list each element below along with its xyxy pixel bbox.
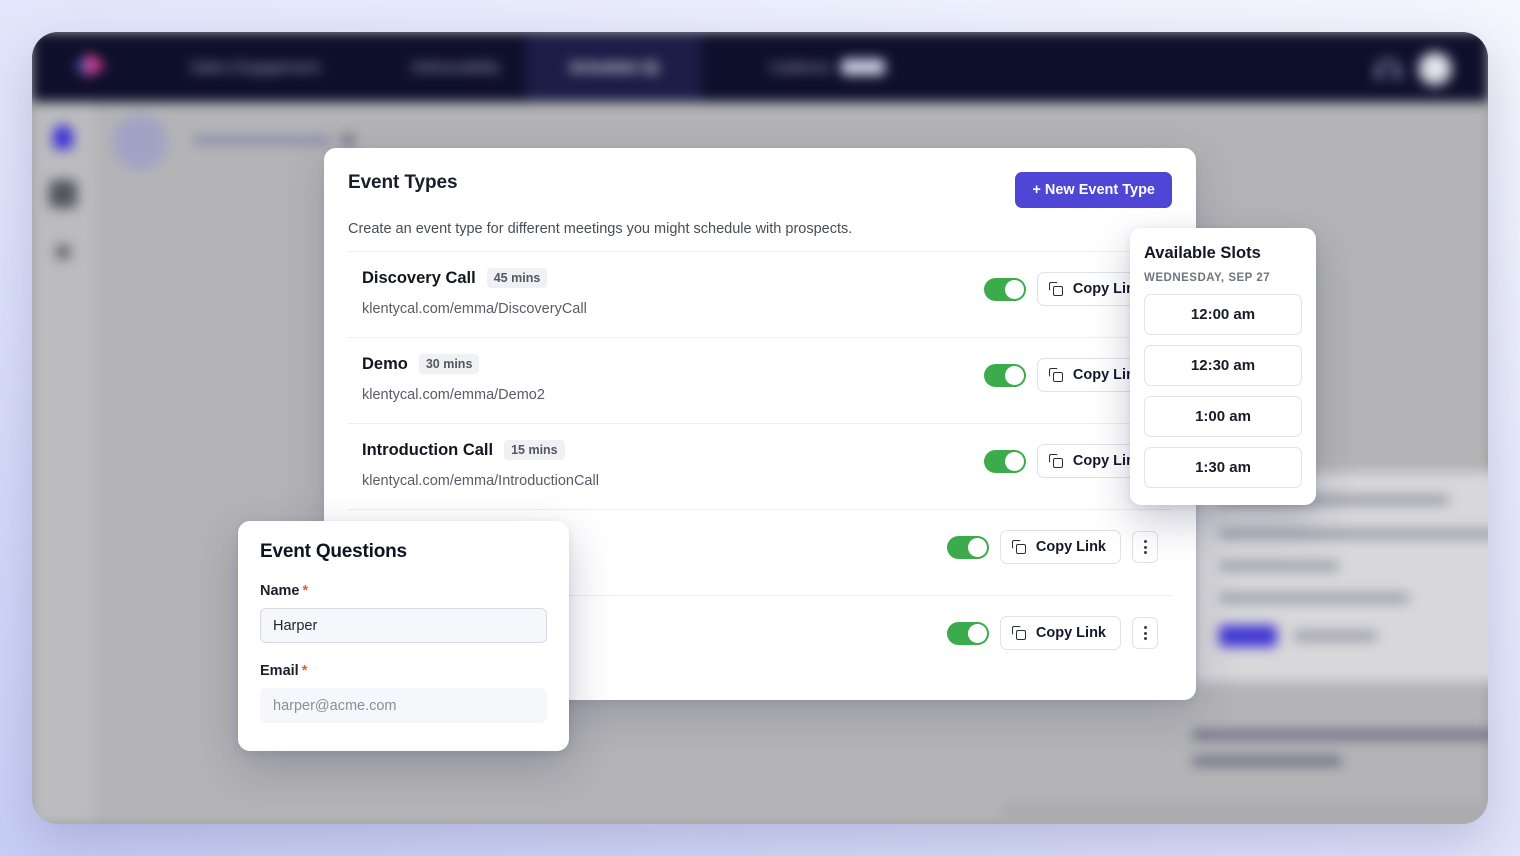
event-url: klentycal.com/emma/Demo2 bbox=[362, 387, 545, 403]
copy-link-button[interactable]: Copy Link bbox=[999, 616, 1121, 650]
nav-tab-label: Cadence bbox=[769, 58, 831, 76]
copy-icon bbox=[1011, 625, 1027, 641]
event-row-meta: Discovery Call 45 mins klentycal.com/emm… bbox=[362, 268, 587, 317]
nav-tab-badge bbox=[840, 59, 885, 75]
nav-tab-sales-engagement[interactable]: Sales Engagement bbox=[160, 32, 350, 102]
email-label-text: Email bbox=[260, 663, 299, 679]
copy-icon bbox=[1048, 453, 1064, 469]
event-types-header: Event Types + New Event Type bbox=[348, 172, 1172, 208]
sidebar-item-home-icon[interactable] bbox=[50, 123, 76, 149]
user-avatar[interactable] bbox=[1418, 52, 1452, 86]
row-more-options-button[interactable] bbox=[1132, 531, 1158, 563]
available-slots-panel: Available Slots WEDNESDAY, SEP 27 12:00 … bbox=[1130, 228, 1316, 505]
background-primary-button bbox=[1219, 625, 1277, 647]
copy-icon bbox=[1011, 539, 1027, 555]
event-enabled-toggle[interactable] bbox=[946, 621, 989, 645]
table-row[interactable]: Demo 30 mins klentycal.com/emma/Demo2 Co… bbox=[348, 338, 1172, 424]
event-enabled-toggle[interactable] bbox=[946, 535, 989, 559]
sidebar-item-gear-icon[interactable] bbox=[49, 238, 77, 266]
sidebar-item-grid-icon[interactable] bbox=[49, 180, 77, 208]
page-subtitle: Create an event type for different meeti… bbox=[348, 221, 853, 237]
new-event-type-button[interactable]: + New Event Type bbox=[1015, 172, 1172, 208]
slot-option-button[interactable]: 1:30 am bbox=[1144, 447, 1302, 488]
event-name: Discovery Call bbox=[362, 268, 476, 287]
nav-right-cluster bbox=[1376, 52, 1452, 86]
table-row[interactable]: Introduction Call 15 mins klentycal.com/… bbox=[348, 424, 1172, 510]
event-row-actions: Copy Link bbox=[946, 612, 1158, 650]
event-name: Introduction Call bbox=[362, 440, 494, 459]
top-navigation-bar: Sales Engagement Deliverability Schedule… bbox=[32, 32, 1488, 102]
klenty-logo-icon[interactable] bbox=[74, 50, 110, 82]
page-title: Event Types bbox=[348, 172, 458, 193]
event-duration-badge: 45 mins bbox=[486, 268, 548, 288]
event-name: Demo bbox=[362, 354, 408, 373]
headset-icon[interactable] bbox=[1376, 59, 1400, 79]
nav-tab-schedule-iq[interactable]: Schedule IQ bbox=[526, 32, 702, 102]
event-row-meta: Demo 30 mins klentycal.com/emma/Demo2 bbox=[362, 354, 545, 403]
name-field[interactable] bbox=[260, 608, 547, 643]
event-questions-panel: Event Questions Name* Email* bbox=[238, 521, 569, 751]
profile-avatar bbox=[112, 114, 168, 170]
event-questions-title: Event Questions bbox=[260, 541, 407, 562]
event-duration-badge: 15 mins bbox=[504, 440, 565, 460]
event-row-actions: Copy Link bbox=[946, 526, 1158, 564]
profile-edit-icon[interactable] bbox=[342, 134, 354, 146]
event-duration-badge: 30 mins bbox=[418, 354, 480, 374]
event-enabled-toggle[interactable] bbox=[983, 363, 1026, 387]
event-enabled-toggle[interactable] bbox=[983, 277, 1026, 301]
copy-icon bbox=[1048, 281, 1064, 297]
slot-option-button[interactable]: 1:00 am bbox=[1144, 396, 1302, 437]
background-empty-state-text bbox=[1192, 730, 1488, 772]
copy-link-button[interactable]: Copy Link bbox=[999, 530, 1121, 564]
slot-option-button[interactable]: 12:30 am bbox=[1144, 345, 1302, 386]
event-row-meta: Introduction Call 15 mins klentycal.com/… bbox=[362, 440, 599, 489]
slot-option-button[interactable]: 12:00 am bbox=[1144, 294, 1302, 335]
email-field[interactable] bbox=[260, 688, 547, 723]
row-more-options-button[interactable] bbox=[1132, 617, 1158, 649]
nav-tab-label: Deliverability bbox=[412, 58, 500, 76]
profile-name-placeholder bbox=[192, 136, 332, 145]
required-marker: * bbox=[302, 583, 309, 599]
nav-tab-label: Sales Engagement bbox=[190, 58, 320, 76]
required-marker: * bbox=[301, 663, 308, 679]
nav-tab-deliverability[interactable]: Deliverability bbox=[372, 32, 540, 102]
nav-tab-label: Schedule IQ bbox=[569, 58, 659, 76]
available-slots-title: Available Slots bbox=[1144, 244, 1261, 262]
copy-link-label: Copy Link bbox=[1035, 539, 1106, 555]
background-lower-panel bbox=[1000, 802, 1488, 824]
name-label-text: Name bbox=[260, 583, 300, 599]
copy-icon bbox=[1048, 367, 1064, 383]
sidebar-rail bbox=[32, 102, 94, 824]
email-field-label: Email * bbox=[260, 663, 547, 679]
nav-tab-cadence[interactable]: Cadence bbox=[732, 32, 922, 102]
copy-link-label: Copy Link bbox=[1035, 625, 1106, 641]
event-url: klentycal.com/emma/DiscoveryCall bbox=[362, 301, 587, 317]
table-row[interactable]: Discovery Call 45 mins klentycal.com/emm… bbox=[348, 252, 1172, 338]
event-enabled-toggle[interactable] bbox=[983, 449, 1026, 473]
event-url: klentycal.com/emma/IntroductionCall bbox=[362, 473, 599, 489]
name-field-label: Name * bbox=[260, 583, 547, 599]
available-slots-date: WEDNESDAY, SEP 27 bbox=[1144, 272, 1271, 284]
